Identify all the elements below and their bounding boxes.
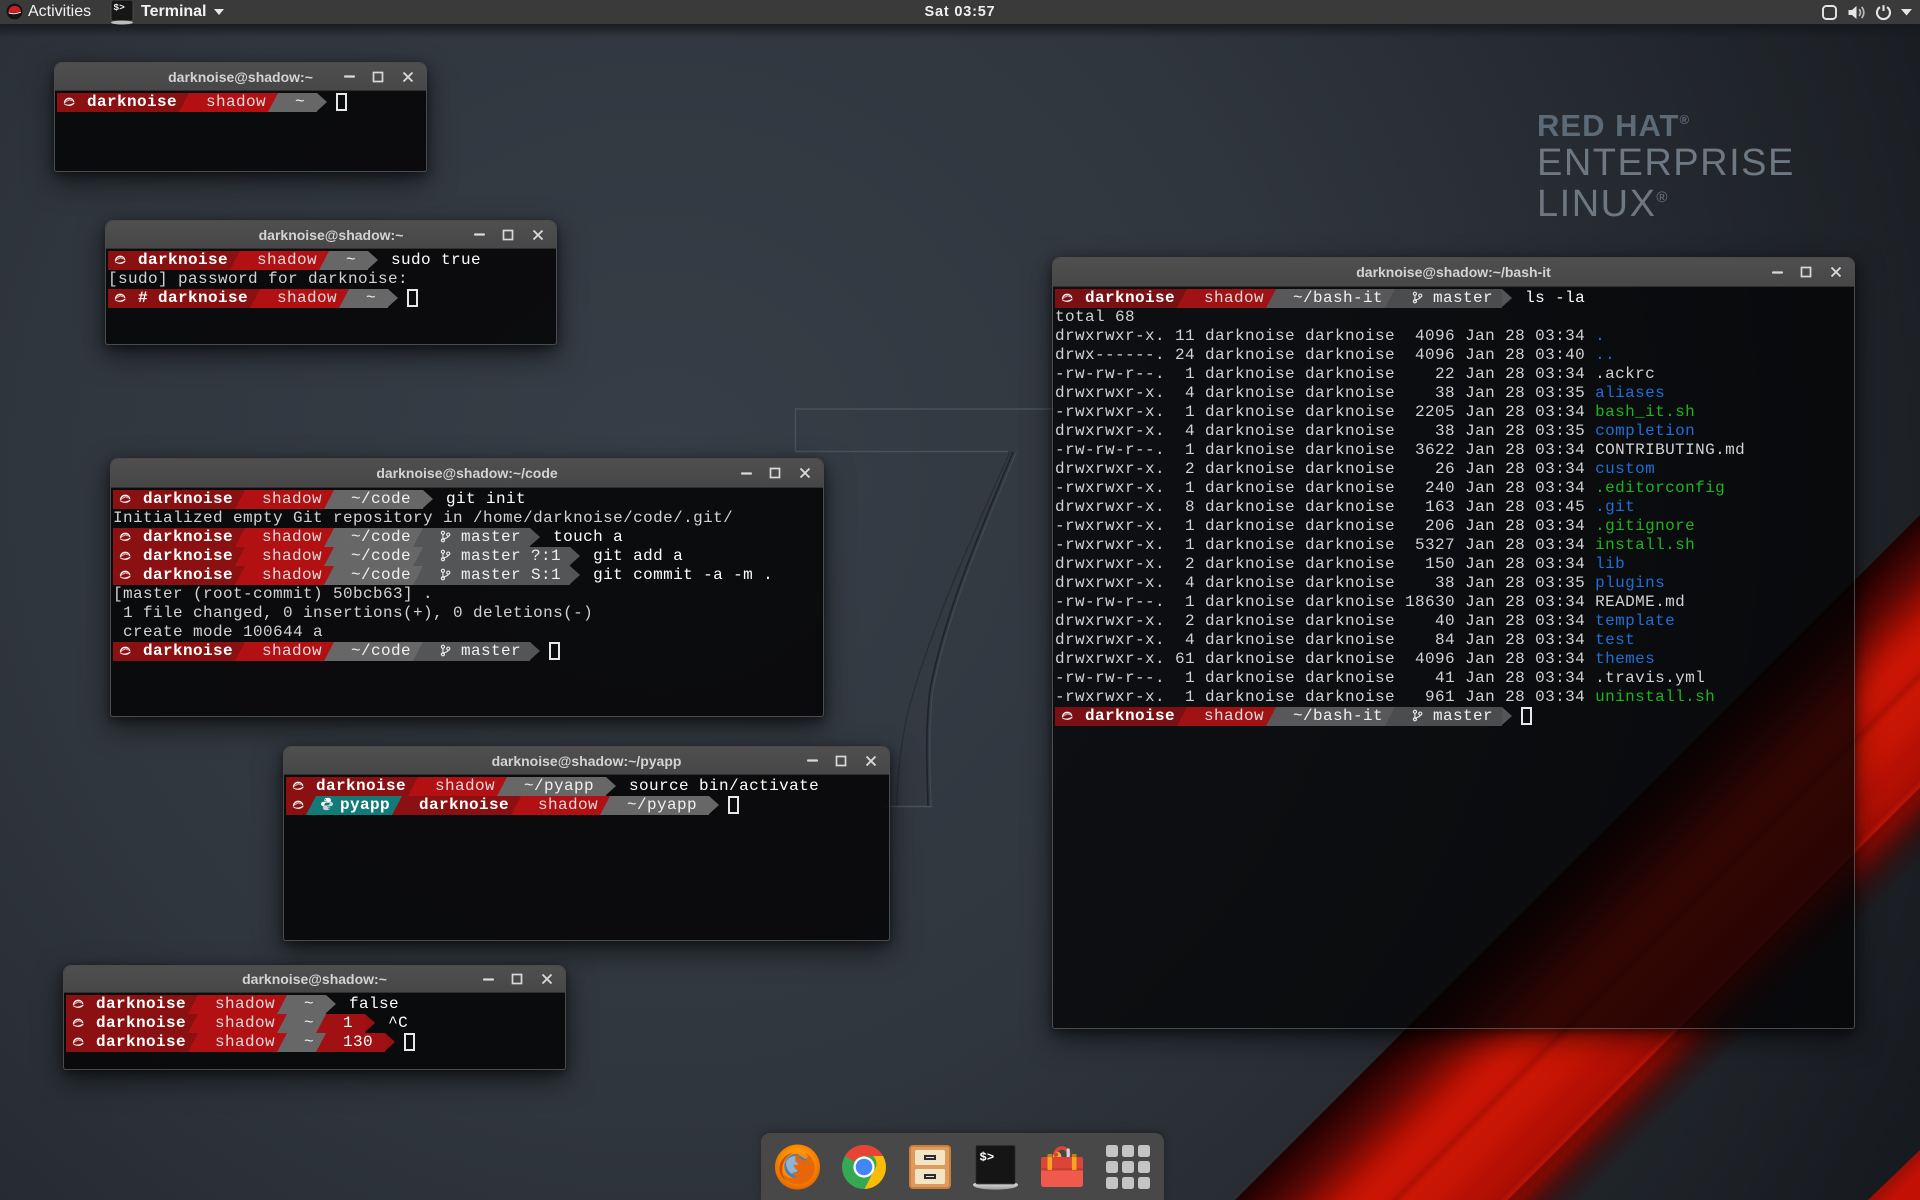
svg-text:$>: $> — [979, 1150, 994, 1164]
svg-text:RED HAT®: RED HAT® — [1537, 108, 1690, 143]
svg-text:LINUX®: LINUX® — [1537, 183, 1669, 225]
svg-text:ENTERPRISE: ENTERPRISE — [1537, 142, 1795, 184]
